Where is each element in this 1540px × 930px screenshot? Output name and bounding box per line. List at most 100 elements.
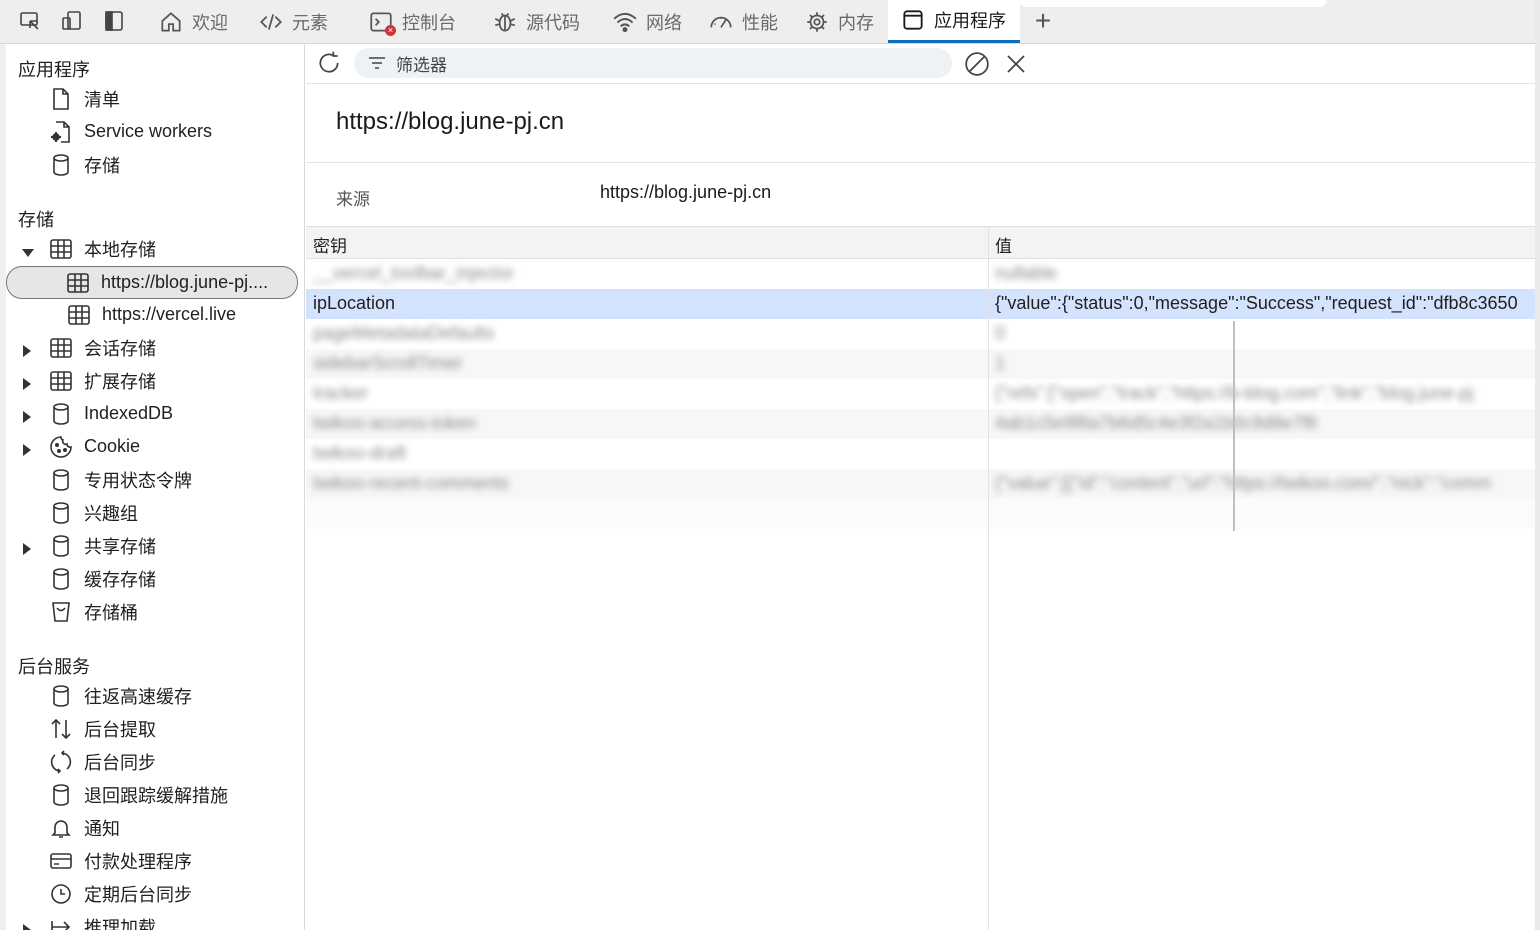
sidebar-item-cookie[interactable]: Cookie bbox=[23, 430, 141, 463]
storage-table: 密钥 值 __vercel_toolbar_injector nullable … bbox=[306, 226, 1535, 930]
origin-title: https://blog.june-pj.cn bbox=[336, 108, 565, 135]
scrollbar-thumb[interactable] bbox=[1233, 321, 1235, 531]
clear-all-icon[interactable] bbox=[962, 49, 992, 79]
cookie-icon bbox=[48, 434, 74, 460]
bug-icon bbox=[492, 9, 518, 35]
expand-arrow-right-icon[interactable] bbox=[22, 374, 32, 395]
expand-arrow-right-icon[interactable] bbox=[22, 407, 32, 428]
tab-performance[interactable]: 性能 bbox=[696, 0, 790, 43]
tab-console[interactable]: × 控制台 bbox=[356, 0, 468, 43]
table-row[interactable]: tracker {"refs":["open","track","https:/… bbox=[306, 379, 1535, 409]
column-header-key[interactable]: 密钥 bbox=[313, 232, 347, 257]
sidebar-item-cache-storage[interactable]: 缓存存储 bbox=[48, 562, 156, 595]
sidebar-item-extension-storage[interactable]: 扩展存储 bbox=[23, 364, 156, 397]
sidebar-item-label: 存储桶 bbox=[84, 602, 138, 623]
device-toggle-icon[interactable] bbox=[57, 6, 87, 36]
filter-input[interactable]: 筛选器 bbox=[354, 48, 952, 78]
table-row[interactable]: twikoo-draft bbox=[306, 439, 1535, 469]
column-header-value[interactable]: 值 bbox=[995, 232, 1012, 257]
row-key: twikoo-access-token bbox=[313, 413, 477, 433]
sidebar-item-session-storage[interactable]: 会话存储 bbox=[23, 331, 156, 364]
tab-sources[interactable]: 源代码 bbox=[480, 0, 592, 43]
gear-document-icon bbox=[48, 119, 74, 145]
table-row[interactable]: twikoo-recent-comments {"value":[{"id":"… bbox=[306, 469, 1535, 499]
delete-selected-icon[interactable] bbox=[1001, 49, 1031, 79]
sidebar-item-label: Service workers bbox=[84, 121, 213, 141]
table-icon bbox=[48, 368, 74, 394]
sidebar-item-storage-buckets[interactable]: 存储桶 bbox=[48, 595, 138, 628]
overlay-tab-edge bbox=[1020, 0, 1326, 7]
sidebar-item-label: 往返高速缓存 bbox=[84, 686, 192, 707]
sidebar-item-label: 专用状态令牌 bbox=[84, 470, 192, 491]
filter-toolbar: 筛选器 bbox=[306, 44, 1535, 84]
table-row[interactable]: twikoo-access-token 4ab1c5e9f8a7b6d5c4e3… bbox=[306, 409, 1535, 439]
sidebar-item-label: 兴趣组 bbox=[84, 503, 138, 524]
bell-icon bbox=[48, 815, 74, 841]
sidebar-item-local-storage[interactable]: 本地存储 bbox=[22, 232, 156, 265]
sidebar-item-interest-groups[interactable]: 兴趣组 bbox=[48, 496, 138, 529]
sidebar-item-speculative-loads[interactable]: 推理加载 bbox=[23, 910, 156, 930]
tab-welcome[interactable]: 欢迎 bbox=[146, 0, 240, 43]
tab-memory[interactable]: 内存 bbox=[792, 0, 886, 43]
sidebar-item-private-state-tokens[interactable]: 专用状态令牌 bbox=[48, 463, 192, 496]
database-icon bbox=[48, 500, 74, 526]
expand-arrow-right-icon[interactable] bbox=[22, 440, 32, 461]
sidebar-item-label: 后台提取 bbox=[84, 719, 156, 740]
sidebar-item-bfcache[interactable]: 往返高速缓存 bbox=[48, 679, 192, 712]
add-tab-button[interactable]: + bbox=[1028, 5, 1058, 36]
table-icon bbox=[66, 302, 92, 328]
home-icon bbox=[158, 9, 184, 35]
row-key: __vercel_toolbar_injector bbox=[313, 263, 515, 283]
sidebar-item-label: Cookie bbox=[84, 436, 141, 456]
dock-side-icon[interactable] bbox=[99, 6, 129, 36]
table-row[interactable]: sidebarScrollTimer 1 bbox=[306, 349, 1535, 379]
table-row[interactable]: pageMetadataDefaults 0 bbox=[306, 319, 1535, 349]
window-icon bbox=[900, 7, 926, 33]
sidebar-item-background-sync[interactable]: 后台同步 bbox=[48, 745, 156, 778]
tab-network[interactable]: 网络 bbox=[600, 0, 694, 43]
tab-label: 网络 bbox=[646, 12, 682, 33]
sidebar-item-shared-storage[interactable]: 共享存储 bbox=[23, 529, 156, 562]
expand-arrow-right-icon[interactable] bbox=[22, 341, 32, 362]
sidebar-item-periodic-sync[interactable]: 定期后台同步 bbox=[48, 877, 192, 910]
table-row-selected[interactable]: ipLocation {"value":{"status":0,"message… bbox=[306, 289, 1535, 319]
inspect-element-icon[interactable] bbox=[15, 6, 45, 36]
row-key: twikoo-recent-comments bbox=[313, 473, 510, 493]
sidebar-item-indexeddb[interactable]: IndexedDB bbox=[23, 397, 174, 430]
sidebar-item-service-workers[interactable]: Service workers bbox=[48, 115, 212, 148]
expand-arrow-down-icon[interactable] bbox=[22, 242, 34, 263]
sidebar-item-manifest[interactable]: 清单 bbox=[48, 82, 120, 115]
sidebar-item-local-storage-blog[interactable]: https://blog.june-pj.... bbox=[6, 266, 298, 299]
table-row-empty bbox=[306, 499, 1535, 529]
database-icon bbox=[48, 152, 74, 178]
row-key: tracker bbox=[313, 383, 369, 403]
tab-application[interactable]: 应用程序 bbox=[888, 0, 1020, 43]
row-key: ipLocation bbox=[313, 293, 396, 313]
expand-arrow-right-icon[interactable] bbox=[22, 920, 32, 930]
expand-arrow-right-icon[interactable] bbox=[22, 539, 32, 560]
sidebar-item-label: 后台同步 bbox=[84, 752, 156, 773]
row-key: pageMetadataDefaults bbox=[313, 323, 495, 343]
sidebar-item-local-storage-vercel[interactable]: https://vercel.live bbox=[66, 298, 236, 331]
filter-placeholder: 筛选器 bbox=[396, 55, 447, 75]
sidebar-item-label: 共享存储 bbox=[84, 536, 156, 557]
sidebar-item-payment-handler[interactable]: 付款处理程序 bbox=[48, 844, 192, 877]
sidebar-item-storage[interactable]: 存储 bbox=[48, 148, 120, 181]
sidebar-item-label: https://vercel.live bbox=[102, 304, 237, 324]
arrows-updown-icon bbox=[48, 716, 74, 742]
refresh-icon[interactable] bbox=[314, 48, 344, 78]
application-sidebar: 应用程序 清单 Service workers 存储 存储 本地存储 https… bbox=[0, 44, 305, 930]
clock-icon bbox=[48, 881, 74, 907]
sidebar-item-notifications[interactable]: 通知 bbox=[48, 811, 120, 844]
sidebar-item-label: 退回跟踪缓解措施 bbox=[84, 785, 228, 806]
tab-label: 应用程序 bbox=[934, 11, 1006, 31]
sidebar-item-bounce-tracking[interactable]: 退回跟踪缓解措施 bbox=[48, 778, 228, 811]
wifi-icon bbox=[612, 9, 638, 35]
sidebar-item-label: 本地存储 bbox=[84, 239, 156, 260]
column-divider[interactable] bbox=[988, 226, 989, 930]
sidebar-item-background-fetch[interactable]: 后台提取 bbox=[48, 712, 156, 745]
sidebar-item-label: IndexedDB bbox=[84, 403, 174, 423]
table-row[interactable]: __vercel_toolbar_injector nullable bbox=[306, 259, 1535, 289]
tab-elements[interactable]: 元素 bbox=[246, 0, 340, 43]
sidebar-item-label: 清单 bbox=[84, 89, 120, 110]
